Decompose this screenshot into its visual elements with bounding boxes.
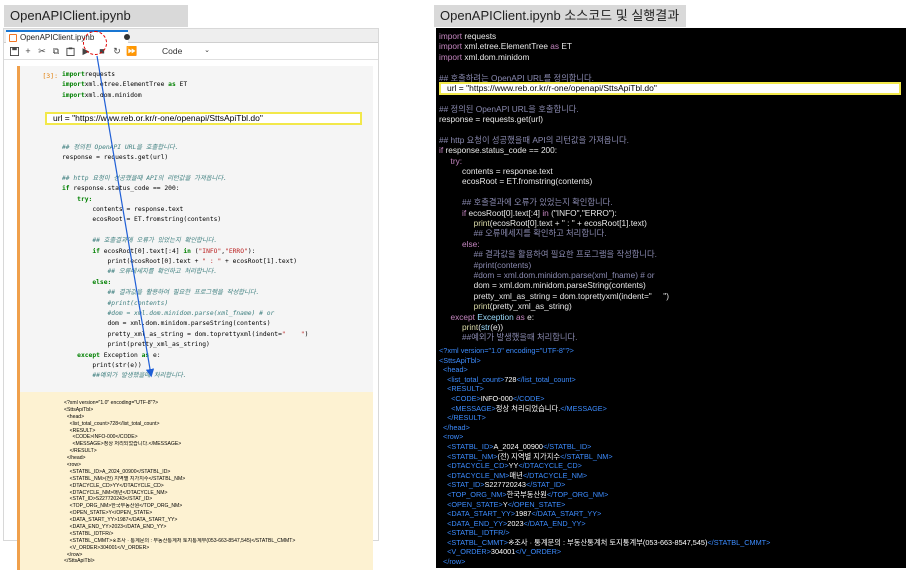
arrow-line bbox=[96, 55, 155, 378]
run-arrow bbox=[96, 55, 155, 378]
